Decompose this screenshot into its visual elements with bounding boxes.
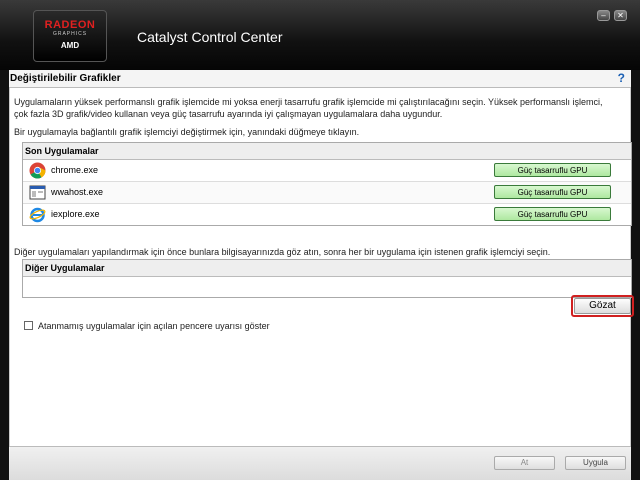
close-button[interactable]: ✕ [614,10,627,21]
window-app-icon [29,185,46,200]
other-apps-header: Diğer Uygulamalar [23,260,631,277]
internet-explorer-icon [29,207,46,223]
help-icon[interactable]: ? [618,71,625,85]
app-row: wwahost.exe Güç tasarruflu GPU [23,182,631,204]
page-title: Değiştirilebilir Grafikler [10,73,121,84]
warning-checkbox-label: Atanmamış uygulamalar için açılan pencer… [38,321,270,331]
other-apps-list: Diğer Uygulamalar [22,259,632,298]
title-bar: RADEON GRAPHICS AMD Catalyst Control Cen… [0,0,640,70]
other-apps-empty-area [23,277,631,297]
logo-brand: RADEON [44,19,96,31]
recent-apps-header: Son Uygulamalar [23,143,631,160]
app-row: chrome.exe Güç tasarruflu GPU [23,160,631,182]
browse-button[interactable]: Gözat [574,298,631,314]
gpu-select-button[interactable]: Güç tasarruflu GPU [494,207,611,221]
recent-apps-list: Son Uygulamalar chrome.exe Güç tasarrufl… [22,142,632,226]
app-name: chrome.exe [51,165,99,175]
left-frame-edge [0,0,9,480]
logo-maker: AMD [60,41,80,50]
minimize-button[interactable]: – [597,10,610,21]
right-frame-edge [631,0,640,480]
other-apps-description: Diğer uygulamaları yapılandırmak için ön… [14,247,551,257]
radeon-logo: RADEON GRAPHICS AMD [33,10,107,62]
warning-checkbox[interactable] [24,321,33,330]
discard-button[interactable]: At [494,456,555,470]
intro-paragraph: Uygulamaların yüksek performanslı grafik… [14,97,603,119]
logo-sub: GRAPHICS [52,31,88,37]
app-name: wwahost.exe [51,187,104,197]
page-header: Değiştirilebilir Grafikler ? [9,70,631,88]
footer-bar: At Uygula [9,446,631,480]
app-name: iexplore.exe [51,209,100,219]
app-row: iexplore.exe Güç tasarruflu GPU [23,204,631,225]
gpu-select-button[interactable]: Güç tasarruflu GPU [494,163,611,177]
app-title: Catalyst Control Center [137,29,283,45]
apply-button[interactable]: Uygula [565,456,626,470]
gpu-select-button[interactable]: Güç tasarruflu GPU [494,185,611,199]
intro-instruction: Bir uygulamayla bağlantılı grafik işlemc… [14,127,360,137]
chrome-icon [29,162,46,179]
